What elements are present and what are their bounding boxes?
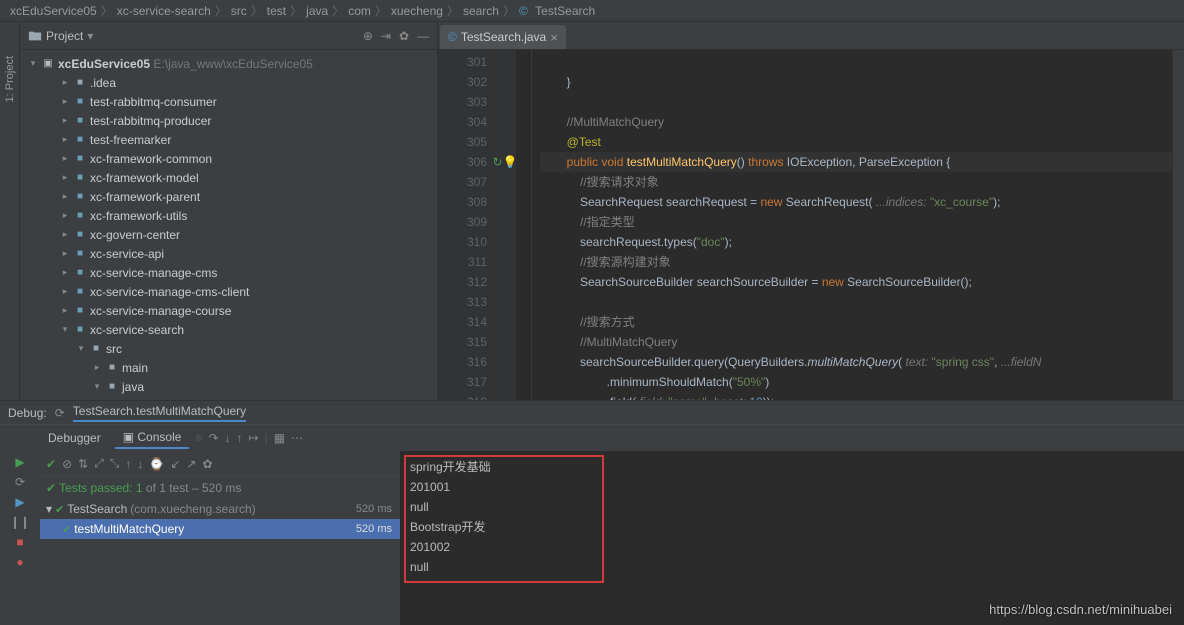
test-status: ✔ Tests passed: 1 of 1 test – 520 ms	[40, 477, 400, 499]
tab-debugger[interactable]: Debugger	[40, 428, 109, 448]
rerun-icon[interactable]: ▶	[15, 455, 24, 469]
close-icon[interactable]: ×	[550, 30, 558, 45]
step-over-icon[interactable]: ↷	[208, 431, 218, 445]
crumb[interactable]: java	[306, 4, 328, 18]
hide-icon[interactable]: —	[417, 29, 429, 43]
project-tree[interactable]: ▾▣xcEduService05 E:\java_www\xcEduServic…	[20, 50, 437, 400]
test-panel: ✔ ⊘ ⇅ ⤢ ⤡ ↑ ↓ ⌚ ↙ ↗ ✿ ✔ Tests passed: 1 …	[40, 451, 400, 625]
test-row[interactable]: ▾ ✔ TestSearch (com.xuecheng.search)520 …	[40, 499, 400, 519]
crumb[interactable]: com	[348, 4, 371, 18]
export-icon[interactable]: ↗	[186, 457, 196, 471]
editor: © TestSearch.java × 30130230330430530630…	[438, 22, 1184, 400]
resume-icon[interactable]: ▶	[15, 495, 24, 509]
breakpoints-icon[interactable]: ●	[16, 555, 23, 569]
editor-scrollbar[interactable]	[1172, 50, 1184, 400]
import-icon[interactable]: ↙	[170, 457, 180, 471]
crumb[interactable]: src	[231, 4, 247, 18]
java-class-icon: ©	[448, 30, 457, 44]
fail-filter-icon[interactable]: ⊘	[62, 457, 72, 471]
gear-icon[interactable]: ✿	[202, 457, 212, 471]
icon-gutter[interactable]: ↻💡	[494, 50, 516, 400]
locate-icon[interactable]: ⊕	[363, 29, 373, 43]
sort-icon[interactable]: ⇅	[78, 457, 88, 471]
run-config-icon: ⟳	[55, 406, 65, 420]
tree-item[interactable]: ▾■src	[20, 339, 437, 358]
prev-icon[interactable]: ↑	[125, 457, 131, 471]
pause-icon[interactable]: ❙❙	[10, 515, 30, 529]
history-icon[interactable]: ⌚	[149, 457, 164, 471]
tree-item[interactable]: ▾■xc-service-search	[20, 320, 437, 339]
tree-item[interactable]: ▾■java	[20, 377, 437, 396]
project-panel: Project ▾ ⊕ ⇥ ✿ — ▾▣xcEduService05 E:\ja…	[20, 22, 438, 400]
expand-icon[interactable]: ⤢	[94, 456, 104, 471]
toggle-icon[interactable]: ⟳	[15, 475, 25, 489]
crumb[interactable]: xc-service-search	[117, 4, 211, 18]
tree-item[interactable]: ▸■xc-service-manage-cms-client	[20, 282, 437, 301]
editor-tabs: © TestSearch.java ×	[438, 22, 1184, 50]
tree-item[interactable]: ▸■xc-framework-common	[20, 149, 437, 168]
collapse-icon[interactable]: ⇥	[381, 29, 391, 43]
next-icon[interactable]: ↓	[137, 457, 143, 471]
breadcrumb: xcEduService05〉 xc-service-search〉 src〉 …	[0, 0, 1184, 22]
test-row[interactable]: ✔ testMultiMatchQuery520 ms	[40, 519, 400, 539]
crumb[interactable]: xuecheng	[391, 4, 443, 18]
tree-item[interactable]: ▸■xc-framework-utils	[20, 206, 437, 225]
crumb[interactable]: TestSearch	[535, 4, 595, 18]
step-out-icon[interactable]: ↑	[237, 431, 243, 445]
tree-item[interactable]: ▸■test-freemarker	[20, 130, 437, 149]
tab-testsearch[interactable]: © TestSearch.java ×	[440, 25, 566, 49]
collapse-all-icon[interactable]: ⤡	[110, 456, 120, 471]
run-to-icon[interactable]: ↦	[249, 431, 259, 445]
gear-icon[interactable]: ✿	[399, 29, 409, 43]
tree-item[interactable]: ▸■main	[20, 358, 437, 377]
fold-gutter[interactable]	[516, 50, 532, 400]
left-tool-gutter: 1: Project	[0, 22, 20, 400]
tab-console[interactable]: ▣ Console	[115, 427, 190, 449]
dropdown-icon[interactable]: ▾	[87, 29, 93, 43]
tree-item[interactable]: ▸■xc-framework-model	[20, 168, 437, 187]
debug-side-toolbar: ▶ ⟳ ▶ ❙❙ ■ ●	[0, 451, 40, 625]
panel-title: Project	[46, 29, 83, 43]
code-text[interactable]: } //MultiMatchQuery @Test public void te…	[532, 50, 1172, 400]
pass-filter-icon[interactable]: ✔	[46, 457, 56, 471]
watermark: https://blog.csdn.net/minihuabei	[989, 602, 1172, 617]
more-icon[interactable]: ⋯	[291, 431, 303, 445]
tab-label: TestSearch.java	[461, 30, 546, 44]
tree-item[interactable]: ▸■xc-service-manage-cms	[20, 263, 437, 282]
tree-item[interactable]: ▸■xc-govern-center	[20, 225, 437, 244]
crumb[interactable]: test	[267, 4, 286, 18]
test-tree[interactable]: ▾ ✔ TestSearch (com.xuecheng.search)520 …	[40, 499, 400, 625]
tree-item[interactable]: ▸■xc-service-manage-course	[20, 301, 437, 320]
tree-item[interactable]: ▸■.idea	[20, 73, 437, 92]
layout-icon[interactable]: ▦	[274, 431, 285, 445]
tree-item[interactable]: ▸■test-rabbitmq-consumer	[20, 92, 437, 111]
debug-panel: Debug: ⟳ TestSearch.testMultiMatchQuery …	[0, 400, 1184, 625]
debug-run-name[interactable]: TestSearch.testMultiMatchQuery	[73, 404, 246, 422]
folder-icon	[28, 29, 42, 43]
crumb[interactable]: xcEduService05	[10, 4, 97, 18]
line-gutter[interactable]: 3013023033043053063073083093103113123133…	[438, 50, 494, 400]
console-output[interactable]: spring开发基础201001nullBootstrap开发201002nul…	[400, 451, 1184, 625]
debug-title: Debug:	[8, 406, 47, 420]
project-tool-button[interactable]: 1: Project	[4, 56, 16, 102]
tree-item[interactable]: ▸■test-rabbitmq-producer	[20, 111, 437, 130]
crumb[interactable]: search	[463, 4, 499, 18]
stop-icon[interactable]: ■	[16, 535, 23, 549]
step-into-icon[interactable]: ↓	[225, 431, 231, 445]
tree-item[interactable]: ▸■xc-service-api	[20, 244, 437, 263]
tree-item[interactable]: ▸■xc-framework-parent	[20, 187, 437, 206]
